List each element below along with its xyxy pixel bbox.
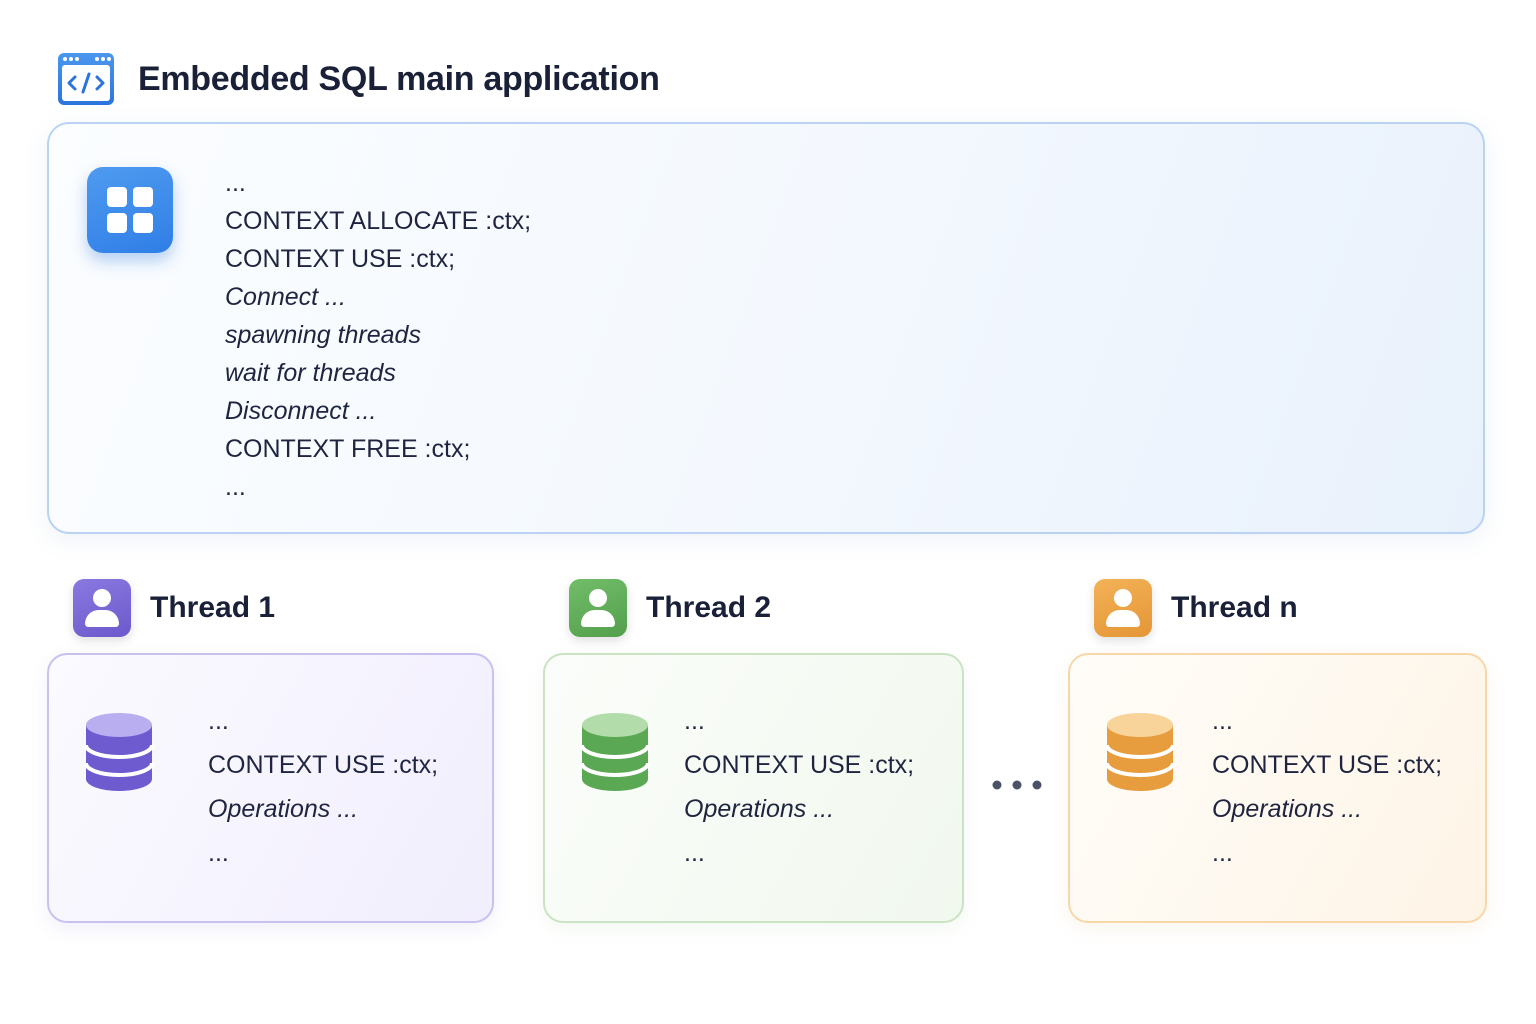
code-line: Connect ...: [225, 283, 346, 311]
database-icon: [84, 713, 154, 791]
database-icon: [1105, 713, 1175, 791]
thread-2-code: ... CONTEXT USE :ctx; Operations ... ...: [684, 699, 914, 875]
thread-n-title: Thread n: [1171, 591, 1298, 624]
code-line: Operations ...: [684, 795, 835, 823]
code-line: ...: [684, 707, 705, 735]
thread-1-code: ... CONTEXT USE :ctx; Operations ... ...: [208, 699, 438, 875]
person-icon: [1094, 579, 1152, 637]
code-line: ...: [1212, 707, 1233, 735]
thread-n-code: ... CONTEXT USE :ctx; Operations ... ...: [1212, 699, 1442, 875]
code-line: ...: [208, 839, 229, 867]
code-line: CONTEXT ALLOCATE :ctx;: [225, 207, 532, 235]
code-line: Operations ...: [1212, 795, 1363, 823]
thread-n-panel: ... CONTEXT USE :ctx; Operations ... ...: [1068, 653, 1487, 923]
code-line: ...: [225, 473, 246, 501]
code-line: ...: [225, 169, 246, 197]
code-line: ...: [684, 839, 705, 867]
code-line: CONTEXT USE :ctx;: [225, 245, 456, 273]
code-line: ...: [208, 707, 229, 735]
page-title: Embedded SQL main application: [138, 59, 660, 98]
code-line: CONTEXT USE :ctx;: [1212, 751, 1443, 779]
database-icon: [580, 713, 650, 791]
person-icon: [569, 579, 627, 637]
thread-n-header: Thread n: [1094, 579, 1298, 637]
grid-icon: [87, 167, 173, 253]
ellipsis-dots-icon: [992, 780, 1042, 790]
thread-1-header: Thread 1: [73, 579, 275, 637]
person-icon: [73, 579, 131, 637]
main-application-panel: ... CONTEXT ALLOCATE :ctx; CONTEXT USE :…: [47, 122, 1485, 534]
main-code-block: ... CONTEXT ALLOCATE :ctx; CONTEXT USE :…: [225, 164, 531, 506]
code-line: Operations ...: [208, 795, 359, 823]
code-line: spawning threads: [225, 321, 421, 349]
code-window-icon: [58, 53, 114, 105]
code-line: CONTEXT USE :ctx;: [684, 751, 915, 779]
code-line: CONTEXT FREE :ctx;: [225, 435, 471, 463]
code-line: wait for threads: [225, 359, 396, 387]
thread-2-header: Thread 2: [569, 579, 771, 637]
code-line: ...: [1212, 839, 1233, 867]
code-line: CONTEXT USE :ctx;: [208, 751, 439, 779]
code-line: Disconnect ...: [225, 397, 377, 425]
thread-2-panel: ... CONTEXT USE :ctx; Operations ... ...: [543, 653, 964, 923]
thread-1-title: Thread 1: [150, 591, 276, 624]
thread-2-title: Thread 2: [646, 591, 772, 624]
diagram-header: Embedded SQL main application: [56, 50, 660, 108]
thread-1-panel: ... CONTEXT USE :ctx; Operations ... ...: [47, 653, 494, 923]
